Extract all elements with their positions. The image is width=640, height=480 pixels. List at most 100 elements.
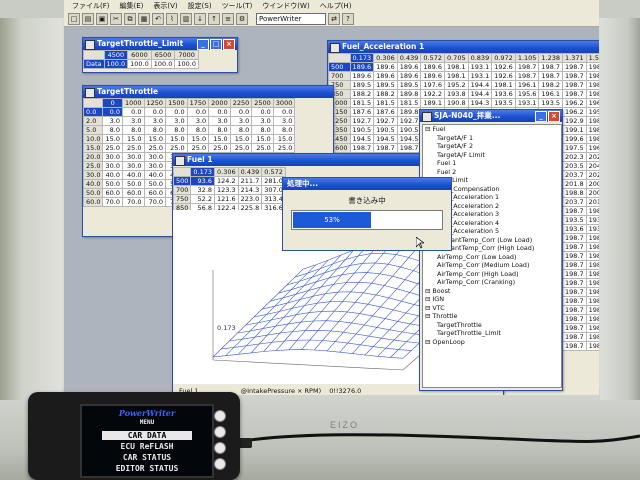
table-cell[interactable]: 196.2 [562,98,587,108]
table-cell[interactable]: 193.5 [562,215,587,225]
table-cell[interactable]: 189.5 [349,80,375,90]
table-cell[interactable]: 3.0 [102,116,123,126]
row-header[interactable]: 60.0 [83,197,104,207]
table-cell[interactable]: 198.7 [562,296,587,306]
table-cell[interactable]: 8.0 [251,125,274,135]
table-cell[interactable]: 15.0 [121,134,145,144]
table-cell[interactable]: 198.7 [585,341,599,351]
row-header[interactable]: 15.0 [83,143,104,153]
table-cell[interactable]: 196.1 [538,89,564,99]
close-button[interactable]: × [223,39,235,50]
tree-group[interactable]: ⊟ Throttle [423,312,561,321]
table-cell[interactable]: 0.0 [208,107,231,117]
table-cell[interactable]: 189.6 [349,71,375,81]
table-cell[interactable]: 123.3 [214,185,239,195]
table-cell[interactable]: 198.7 [585,134,599,144]
table-cell[interactable]: 198.7 [562,80,587,90]
column-header[interactable]: 3000 [272,98,296,108]
read-ecu-icon[interactable]: ↓ [194,13,206,25]
table-cell[interactable]: 198.7 [585,206,599,216]
table-cell[interactable]: 198.7 [562,287,587,297]
table-cell[interactable]: 196.0 [585,143,599,153]
table-cell[interactable]: 198.7 [585,305,599,315]
row-header[interactable]: 5.0 [83,125,104,135]
product-select[interactable]: PowerWriter [256,13,326,25]
table-cell[interactable]: 189.8 [396,107,422,117]
tree-group[interactable]: ⊟ Fuel [423,125,561,134]
close-button[interactable]: × [548,111,560,122]
tree-group[interactable]: ⊟ Boost [423,287,561,296]
table-cell[interactable]: 194.5 [396,134,422,144]
row-header[interactable]: Data [83,59,105,69]
save-icon[interactable]: ▣ [96,13,108,25]
column-header[interactable]: 1500 [165,98,188,108]
tree-group[interactable]: ⊟ VTC [423,304,561,313]
row-header[interactable]: 700 [173,185,192,195]
table-cell[interactable]: 192.7 [349,116,375,126]
minimize-button[interactable]: _ [535,111,547,122]
table-cell[interactable]: 3.0 [251,116,274,126]
tree-item[interactable]: Fuel 1 [423,159,561,168]
table-cell[interactable]: 198.7 [585,125,599,135]
table-cell[interactable]: 198.7 [562,341,587,351]
device-button-2[interactable] [214,426,226,438]
table-cell[interactable]: 202.3 [562,152,587,162]
row-header[interactable]: 20.0 [83,152,104,162]
table-cell[interactable]: 198.7 [585,251,599,261]
table-cell[interactable]: 3.0 [165,116,188,126]
new-file-icon[interactable]: □ [68,13,80,25]
graph-icon[interactable]: ⌇ [166,13,178,25]
compare-icon[interactable]: ≡ [222,13,234,25]
table-cell[interactable]: 50.0 [143,179,167,189]
table-cell[interactable]: 70.0 [121,197,145,207]
table-cell[interactable]: 198.7 [538,62,564,72]
table-cell[interactable]: 8.0 [272,125,296,135]
table-cell[interactable]: 198.7 [562,332,587,342]
table-cell[interactable]: 198.7 [585,242,599,252]
table-cell[interactable]: 192.7 [373,116,398,126]
table-cell[interactable]: 193.5 [585,215,599,225]
table-cell[interactable]: 189.6 [373,71,398,81]
window-titlebar[interactable]: Fuel_Acceleration 1 [328,41,599,53]
tree-group[interactable]: ⊟ OpenLoop [423,338,561,347]
table-cell[interactable]: 204.0 [585,161,599,171]
column-header[interactable]: 1.238 [538,53,564,63]
row-header[interactable]: 25.0 [83,161,104,171]
table-cell[interactable]: 193.1 [467,62,493,72]
table-cell[interactable]: 202.4 [585,152,599,162]
window-target-throttle-limit[interactable]: TargetThrottle_Limit _ □ × 4500 6000 6500 700… [82,37,238,73]
table-cell[interactable]: 40.0 [121,170,145,180]
table-cell[interactable]: 198.7 [585,71,599,81]
table-cell[interactable]: 198.7 [585,332,599,342]
table-cell[interactable]: 198.1 [443,71,469,81]
column-header[interactable]: 1.371 [562,53,587,63]
table-cell[interactable]: 0.0 [229,107,253,117]
column-header[interactable]: 0.572 [420,53,445,63]
table-cell[interactable]: 30.0 [102,161,123,171]
table-cell[interactable]: 198.2 [538,80,564,90]
table-cell[interactable]: 198.7 [585,269,599,279]
help-icon[interactable]: ? [342,13,354,25]
table-cell[interactable]: 50.0 [121,179,145,189]
table-cell[interactable]: 187.6 [349,107,375,117]
table-cell[interactable]: 198.7 [585,278,599,288]
column-header[interactable]: 0.439 [396,53,422,63]
table-cell[interactable]: 203.5 [562,161,587,171]
table-cell[interactable]: 3.0 [272,116,296,126]
row-header[interactable]: 40.0 [83,179,104,189]
column-header[interactable]: 1250 [143,98,167,108]
table-cell[interactable]: 198.7 [562,278,587,288]
table-cell[interactable]: 223.0 [237,194,263,204]
table-cell[interactable]: 8.0 [229,125,253,135]
table-cell[interactable]: 198.7 [538,71,564,81]
tree-item[interactable]: AirTemp_Corr (Low Load) [423,253,561,262]
column-header[interactable]: 0.173 [190,167,216,177]
window-titlebar[interactable]: TargetThrottle [83,86,333,98]
table-cell[interactable]: 201.7 [585,197,599,207]
table-cell[interactable]: 195.2 [443,80,469,90]
column-header[interactable]: 0.972 [491,53,516,63]
table-cell[interactable]: 198.1 [443,62,469,72]
window-titlebar[interactable]: TargetThrottle_Limit _ □ × [83,38,237,50]
table-cell[interactable]: 189.6 [373,62,398,72]
window-titlebar[interactable]: SJA-N040_拝業... _ × [420,110,562,122]
